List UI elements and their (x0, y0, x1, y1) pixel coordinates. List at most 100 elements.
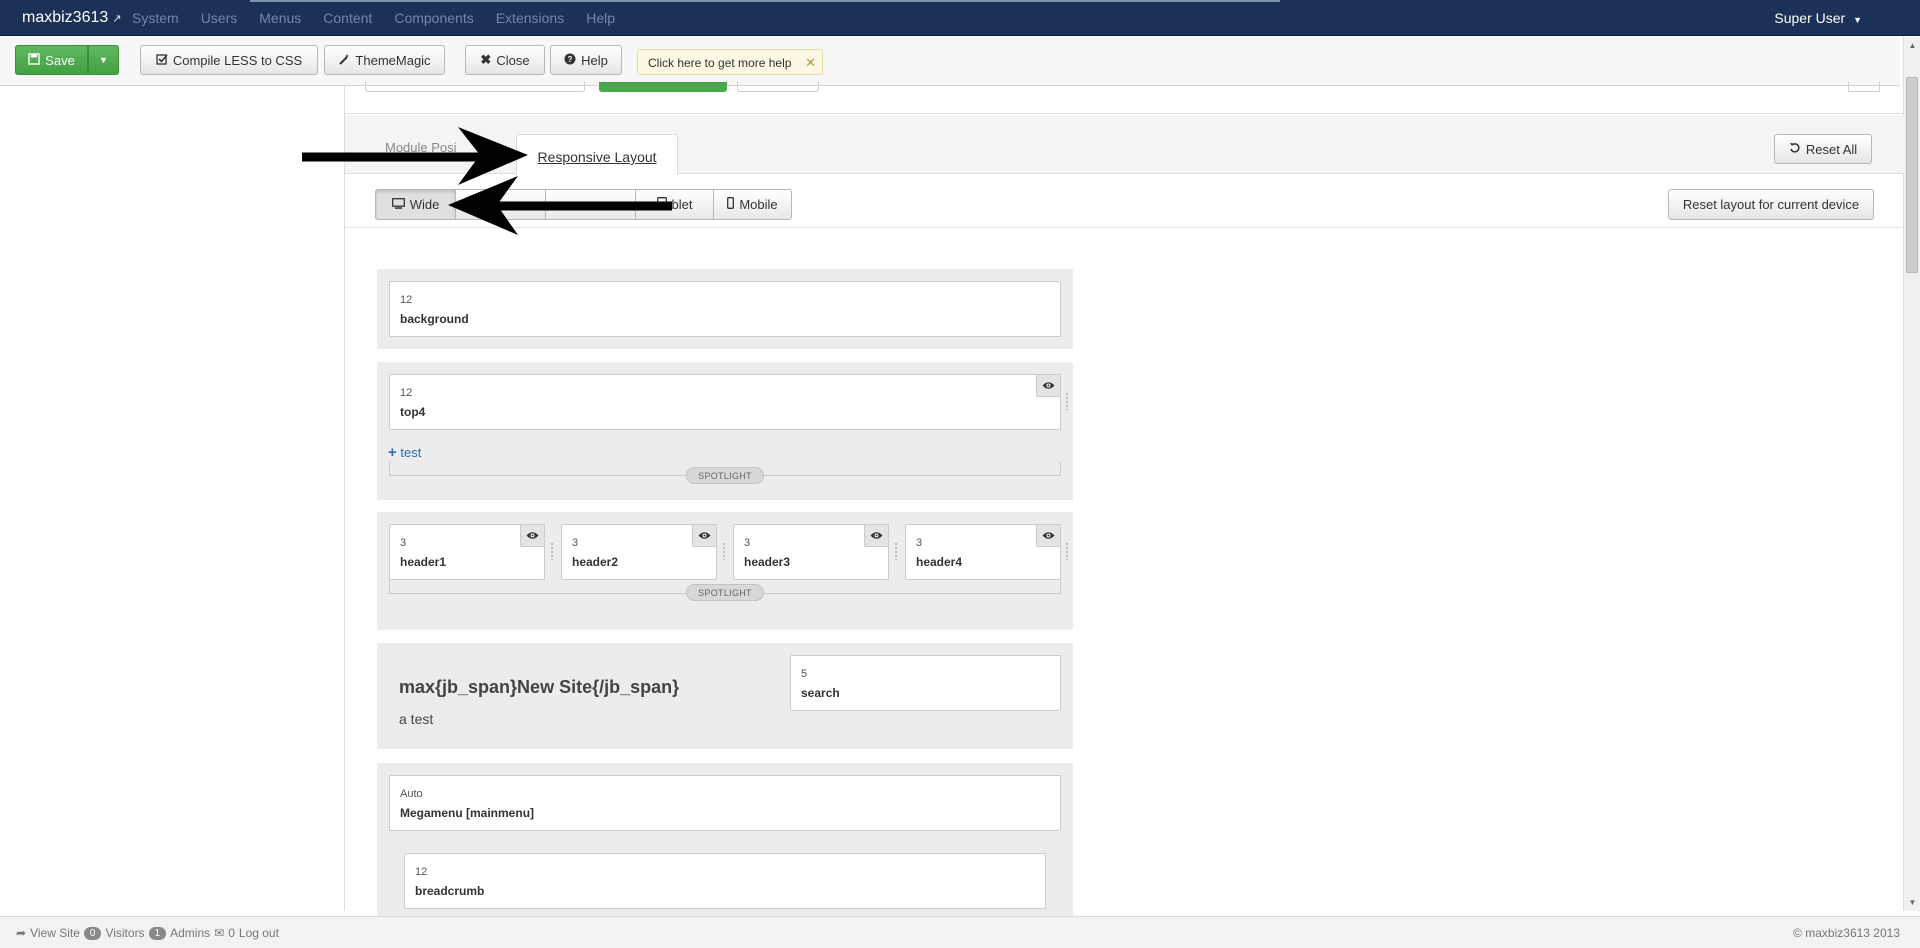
device-switcher: Wide blet Mobile (375, 189, 792, 220)
reset-layout-current-device-button[interactable]: Reset layout for current device (1668, 189, 1874, 220)
site-description: a test (399, 711, 434, 727)
partial-button[interactable] (737, 82, 819, 92)
position-block-background[interactable]: 12 background (389, 281, 1061, 337)
eye-icon[interactable] (692, 525, 716, 547)
envelope-icon: ✉ (214, 926, 225, 940)
menu-help[interactable]: Help (586, 10, 615, 26)
save-dropdown-toggle[interactable]: ▼ (88, 45, 119, 75)
desktop-icon (391, 197, 405, 212)
undo-icon (1789, 142, 1801, 157)
close-label: Close (496, 52, 530, 68)
help-tip[interactable]: Click here to get more help ✕ (637, 49, 823, 75)
view-site-link[interactable]: View Site (30, 926, 80, 940)
vertical-scrollbar[interactable]: ▲ ▼ (1903, 37, 1920, 911)
site-brand-link[interactable]: maxbiz3613 ↗ (22, 9, 122, 27)
footer-copyright: © maxbiz3613 2013 (1793, 926, 1900, 940)
block-span: 5 (801, 668, 808, 680)
position-block-breadcrumb[interactable]: 12 breadcrumb (404, 853, 1046, 909)
block-span: 12 (415, 866, 428, 878)
tab-responsive-layout[interactable]: Responsive Layout (516, 134, 678, 175)
layout-tabs: Module Posi Responsive Layout Reset All (345, 115, 1904, 175)
layout-row-headers: 3 header1 3 header2 3 header3 3 header4 (377, 512, 1073, 630)
position-block-header1[interactable]: 3 header1 (389, 524, 545, 580)
block-position-name: header2 (572, 555, 619, 569)
reset-all-button[interactable]: Reset All (1774, 134, 1872, 164)
admins-count-badge: 1 (148, 926, 167, 940)
close-tip-icon[interactable]: ✕ (805, 55, 816, 71)
partial-select[interactable] (365, 82, 585, 92)
layout-row-top4: 12 top4 + test SPOTLIGHT (377, 362, 1073, 500)
device-mobile-label: Mobile (739, 197, 778, 212)
layout-row-logo-search: max{jb_span}New Site{/jb_span} a test 5 … (377, 643, 1073, 749)
position-block-header2[interactable]: 3 header2 (561, 524, 717, 580)
resize-grip-icon[interactable] (1065, 392, 1069, 410)
thememagic-label: ThemeMagic (355, 52, 431, 68)
save-button[interactable]: Save (15, 45, 88, 75)
compile-less-button[interactable]: Compile LESS to CSS (140, 45, 318, 75)
layout-row-mainnav: Auto Megamenu [mainmenu] 12 breadcrumb (377, 763, 1073, 923)
menu-components[interactable]: Components (394, 10, 473, 26)
position-block-header3[interactable]: 3 header3 (733, 524, 889, 580)
resize-grip-icon[interactable] (894, 542, 898, 560)
spotlight-badge: SPOTLIGHT (686, 584, 764, 601)
admins-label: Admins (170, 926, 211, 940)
block-position-name: background (400, 312, 469, 326)
position-block-header4[interactable]: 3 header4 (905, 524, 1061, 580)
device-normal-button[interactable] (455, 189, 546, 220)
position-block-megamenu[interactable]: Auto Megamenu [mainmenu] (389, 775, 1061, 831)
footer-status: ➦ View Site 0 Visitors 1 Admins ✉ 0 Log … (16, 926, 279, 940)
reset-all-label: Reset All (1805, 141, 1858, 157)
compile-label: Compile LESS to CSS (172, 52, 303, 68)
menu-menus[interactable]: Menus (259, 10, 301, 26)
device-wide-button[interactable]: Wide (375, 189, 456, 220)
browser-tab-strip (250, 0, 1280, 2)
menu-extensions[interactable]: Extensions (496, 10, 564, 26)
block-position-name: search (801, 686, 840, 700)
layout-panel: Module Posi Responsive Layout Reset All … (344, 82, 1904, 923)
save-label: Save (45, 52, 75, 68)
thememagic-button[interactable]: ThemeMagic (324, 45, 445, 75)
device-tablet-label: blet (671, 197, 693, 212)
add-test-link[interactable]: + test (388, 444, 421, 461)
logout-link[interactable]: Log out (239, 926, 279, 940)
spotlight-badge: SPOTLIGHT (686, 467, 764, 484)
checkbox-icon (156, 53, 168, 68)
status-footer: ➦ View Site 0 Visitors 1 Admins ✉ 0 Log … (0, 916, 1920, 948)
position-block-search[interactable]: 5 search (790, 655, 1061, 711)
scroll-down-arrow-icon[interactable]: ▼ (1904, 894, 1920, 911)
scroll-up-arrow-icon[interactable]: ▲ (1904, 37, 1920, 54)
device-xtablet-button[interactable] (545, 189, 636, 220)
resize-grip-icon[interactable] (550, 542, 554, 560)
menu-system[interactable]: System (132, 10, 179, 26)
menu-content[interactable]: Content (323, 10, 372, 26)
eye-icon[interactable] (520, 525, 544, 547)
layout-row-background: 12 background (377, 269, 1073, 349)
help-button[interactable]: ? Help (550, 45, 622, 75)
partial-right-button[interactable] (1848, 82, 1880, 92)
resize-grip-icon[interactable] (722, 542, 726, 560)
svg-text:?: ? (568, 55, 573, 64)
plus-icon: + (388, 444, 397, 461)
block-position-name: Megamenu [mainmenu] (400, 806, 535, 820)
main-menu: System Users Menus Content Components Ex… (132, 10, 637, 26)
messages-count[interactable]: 0 (228, 926, 235, 940)
scroll-thumb[interactable] (1906, 77, 1918, 273)
tab-module-positions[interactable]: Module Posi (385, 140, 457, 155)
eye-icon[interactable] (1036, 525, 1060, 547)
eye-icon[interactable] (1036, 375, 1060, 397)
eye-icon[interactable] (864, 525, 888, 547)
device-mobile-button[interactable]: Mobile (713, 189, 792, 220)
reset-device-label: Reset layout for current device (1682, 197, 1860, 212)
position-block-top4[interactable]: 12 top4 (389, 374, 1061, 430)
close-button[interactable]: ✖ Close (465, 45, 545, 75)
site-title: max{jb_span}New Site{/jb_span} (399, 677, 680, 697)
menu-users[interactable]: Users (201, 10, 238, 26)
partial-green-button[interactable] (599, 82, 727, 92)
close-icon: ✖ (480, 52, 492, 67)
user-menu[interactable]: Super User ▼ (1774, 10, 1862, 26)
top-navbar: maxbiz3613 ↗ System Users Menus Content C… (0, 0, 1920, 36)
resize-grip-icon[interactable] (1065, 542, 1069, 560)
block-span: 12 (400, 387, 413, 399)
device-tablet-button[interactable]: blet (635, 189, 714, 220)
mobile-icon (727, 197, 735, 212)
